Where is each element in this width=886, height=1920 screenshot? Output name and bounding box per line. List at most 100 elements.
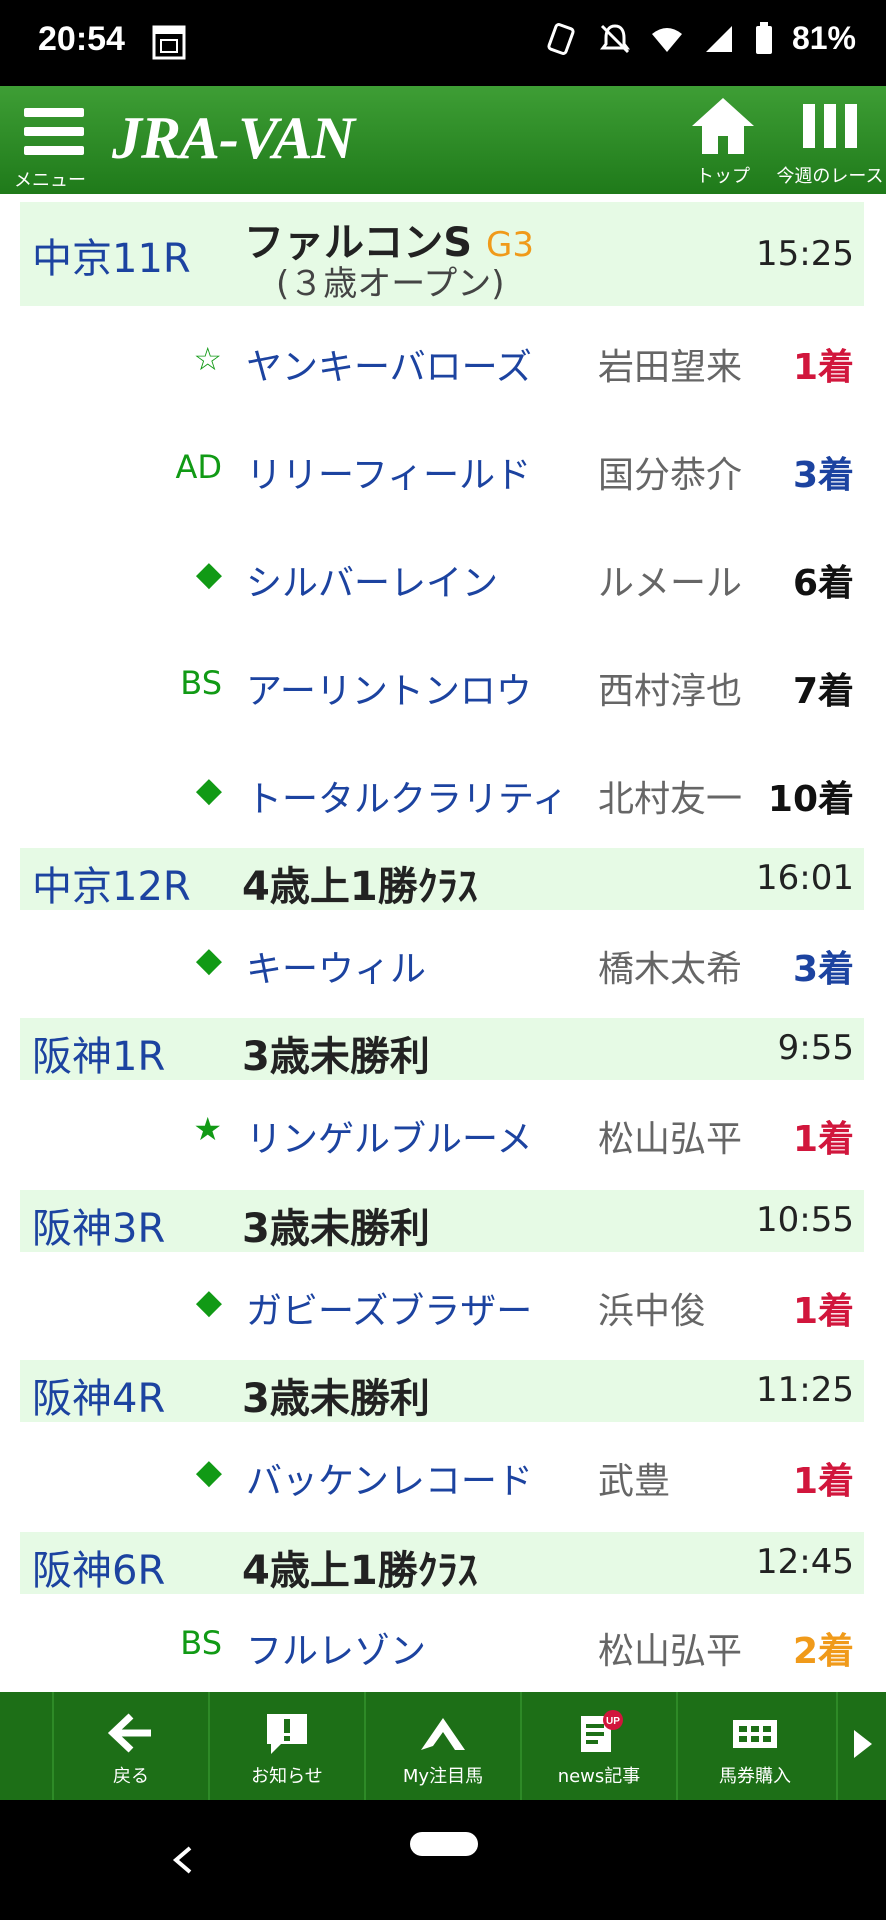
menu-button[interactable]: メニュー	[14, 96, 94, 191]
battery-icon	[755, 21, 772, 54]
system-home-pill[interactable]	[410, 1832, 478, 1856]
hamburger-icon	[24, 108, 84, 155]
jockey-name: 岩田望来	[598, 347, 743, 388]
horse-row[interactable]: ◆ キーウィル 橋木太希 3着	[0, 936, 886, 996]
diamond-mark-icon: ◆	[195, 770, 222, 810]
jockey-name: 武豊	[598, 1461, 671, 1502]
race-time: 11:25	[756, 1370, 854, 1410]
race-place: 阪神6R	[32, 1548, 166, 1594]
news-badge: UP	[606, 1716, 620, 1727]
mark-icon: AD	[175, 448, 222, 486]
news-button[interactable]: UP news記事	[520, 1692, 676, 1800]
top-button[interactable]: トップ	[686, 94, 760, 190]
race-time: 10:55	[756, 1200, 854, 1240]
notice-button[interactable]: お知らせ	[208, 1692, 364, 1800]
jockey-name: 浜中俊	[598, 1291, 707, 1332]
result: 3着	[792, 455, 854, 496]
jockey-name: ルメール	[598, 563, 743, 604]
status-icons: 81%	[546, 20, 856, 57]
jockey-name: 松山弘平	[598, 1119, 743, 1160]
mark-icon: ☆	[193, 340, 222, 378]
horse-row[interactable]: BS アーリントンロウ 西村淳也 7着	[0, 658, 886, 718]
home-icon	[692, 98, 754, 154]
race-header[interactable]: 中京11R ファルコンS G3 (３歳オープン) 15:25	[20, 202, 864, 306]
chevron-right-icon	[854, 1730, 872, 1758]
my-horse-label: My注目馬	[402, 1766, 484, 1787]
system-back-icon[interactable]	[168, 1840, 198, 1880]
horse-name: リリーフィールド	[246, 455, 532, 496]
horse-name: シルバーレイン	[246, 563, 499, 604]
my-horse-icon	[421, 1718, 465, 1750]
race-name: 4歳上1勝ｸﾗｽ	[242, 1548, 478, 1594]
horse-row[interactable]: ★ リンゲルブルーメ 松山弘平 1着	[0, 1106, 886, 1166]
diamond-mark-icon: ◆	[195, 1452, 222, 1492]
ticket-label: 馬券購入	[719, 1766, 791, 1787]
race-place: 中京11R	[32, 236, 191, 282]
star-mark-icon: ★	[193, 1110, 222, 1148]
horse-name: ヤンキーバローズ	[246, 347, 532, 388]
horse-name: アーリントンロウ	[246, 671, 532, 712]
horse-row[interactable]: ◆ ガビーズブラザー 浜中俊 1着	[0, 1278, 886, 1338]
horse-row[interactable]: BS フルレゾン 松山弘平 2着	[0, 1618, 886, 1678]
horse-name: キーウィル	[246, 949, 427, 990]
jockey-name: 北村友一	[598, 779, 743, 820]
horse-row[interactable]: ☆ ヤンキーバローズ 岩田望来 1着	[0, 334, 886, 394]
race-time: 9:55	[777, 1028, 854, 1068]
horse-name: リンゲルブルーメ	[246, 1119, 533, 1160]
race-place: 阪神1R	[32, 1034, 166, 1080]
nav-more-button[interactable]	[836, 1692, 886, 1800]
back-button[interactable]: 戻る	[52, 1692, 208, 1800]
race-header[interactable]: 阪神3R 3歳未勝利 10:55	[20, 1190, 864, 1252]
signal-icon	[705, 25, 732, 52]
top-label: トップ	[696, 166, 750, 187]
horse-row[interactable]: ◆ バッケンレコード 武豊 1着	[0, 1448, 886, 1508]
race-header[interactable]: 中京12R 4歳上1勝ｸﾗｽ 16:01	[20, 848, 864, 910]
bottom-nav: 戻る お知らせ My注目馬 UP news記事 馬券購入	[0, 1692, 886, 1800]
jockey-name: 西村淳也	[598, 671, 743, 712]
status-time: 20:54	[38, 20, 125, 58]
result: 1着	[792, 1461, 854, 1502]
jockey-name: 橋木太希	[598, 949, 743, 990]
wifi-icon	[651, 27, 682, 52]
race-name: 4歳上1勝ｸﾗｽ	[242, 864, 478, 910]
this-week-races-button[interactable]: 今週のレース	[774, 94, 886, 190]
diamond-mark-icon: ◆	[195, 940, 222, 980]
race-time: 12:45	[756, 1542, 854, 1582]
race-header[interactable]: 阪神6R 4歳上1勝ｸﾗｽ 12:45	[20, 1532, 864, 1594]
news-label: news記事	[557, 1766, 641, 1787]
ticket-button[interactable]: 馬券購入	[676, 1692, 832, 1800]
diamond-mark-icon: ◆	[195, 554, 222, 594]
result: 6着	[792, 563, 854, 604]
my-horse-button[interactable]: My注目馬	[364, 1692, 520, 1800]
battery-percent: 81%	[791, 20, 856, 56]
notice-icon	[267, 1714, 307, 1754]
race-time: 16:01	[756, 858, 854, 898]
result: 1着	[792, 347, 854, 388]
race-place: 中京12R	[32, 864, 191, 910]
result: 10着	[767, 779, 854, 820]
status-bar: 20:54 81%	[0, 0, 886, 86]
calendar-icon	[152, 25, 186, 60]
horse-name: フルレゾン	[246, 1631, 427, 1672]
news-icon: UP	[581, 1710, 623, 1752]
mark-icon: BS	[180, 1624, 222, 1662]
result: 2着	[792, 1631, 854, 1672]
race-subtitle: (３歳オープン)	[276, 264, 505, 304]
horse-row[interactable]: ◆ シルバーレイン ルメール 6着	[0, 550, 886, 610]
race-name: 3歳未勝利	[242, 1034, 430, 1080]
jockey-name: 国分恭介	[598, 455, 743, 496]
mute-icon	[599, 23, 630, 53]
week-label: 今週のレース	[776, 166, 884, 187]
notice-label: お知らせ	[251, 1766, 323, 1787]
diamond-mark-icon: ◆	[195, 1282, 222, 1322]
race-header[interactable]: 阪神1R 3歳未勝利 9:55	[20, 1018, 864, 1080]
result: 3着	[792, 949, 854, 990]
horse-row[interactable]: ◆ トータルクラリティ 北村友一 10着	[0, 766, 886, 826]
result: 7着	[792, 671, 854, 712]
back-arrow-icon	[107, 1713, 151, 1753]
back-label: 戻る	[113, 1766, 149, 1787]
result: 1着	[792, 1119, 854, 1160]
race-header[interactable]: 阪神4R 3歳未勝利 11:25	[20, 1360, 864, 1422]
ticket-icon	[733, 1720, 777, 1748]
horse-row[interactable]: AD リリーフィールド 国分恭介 3着	[0, 442, 886, 502]
